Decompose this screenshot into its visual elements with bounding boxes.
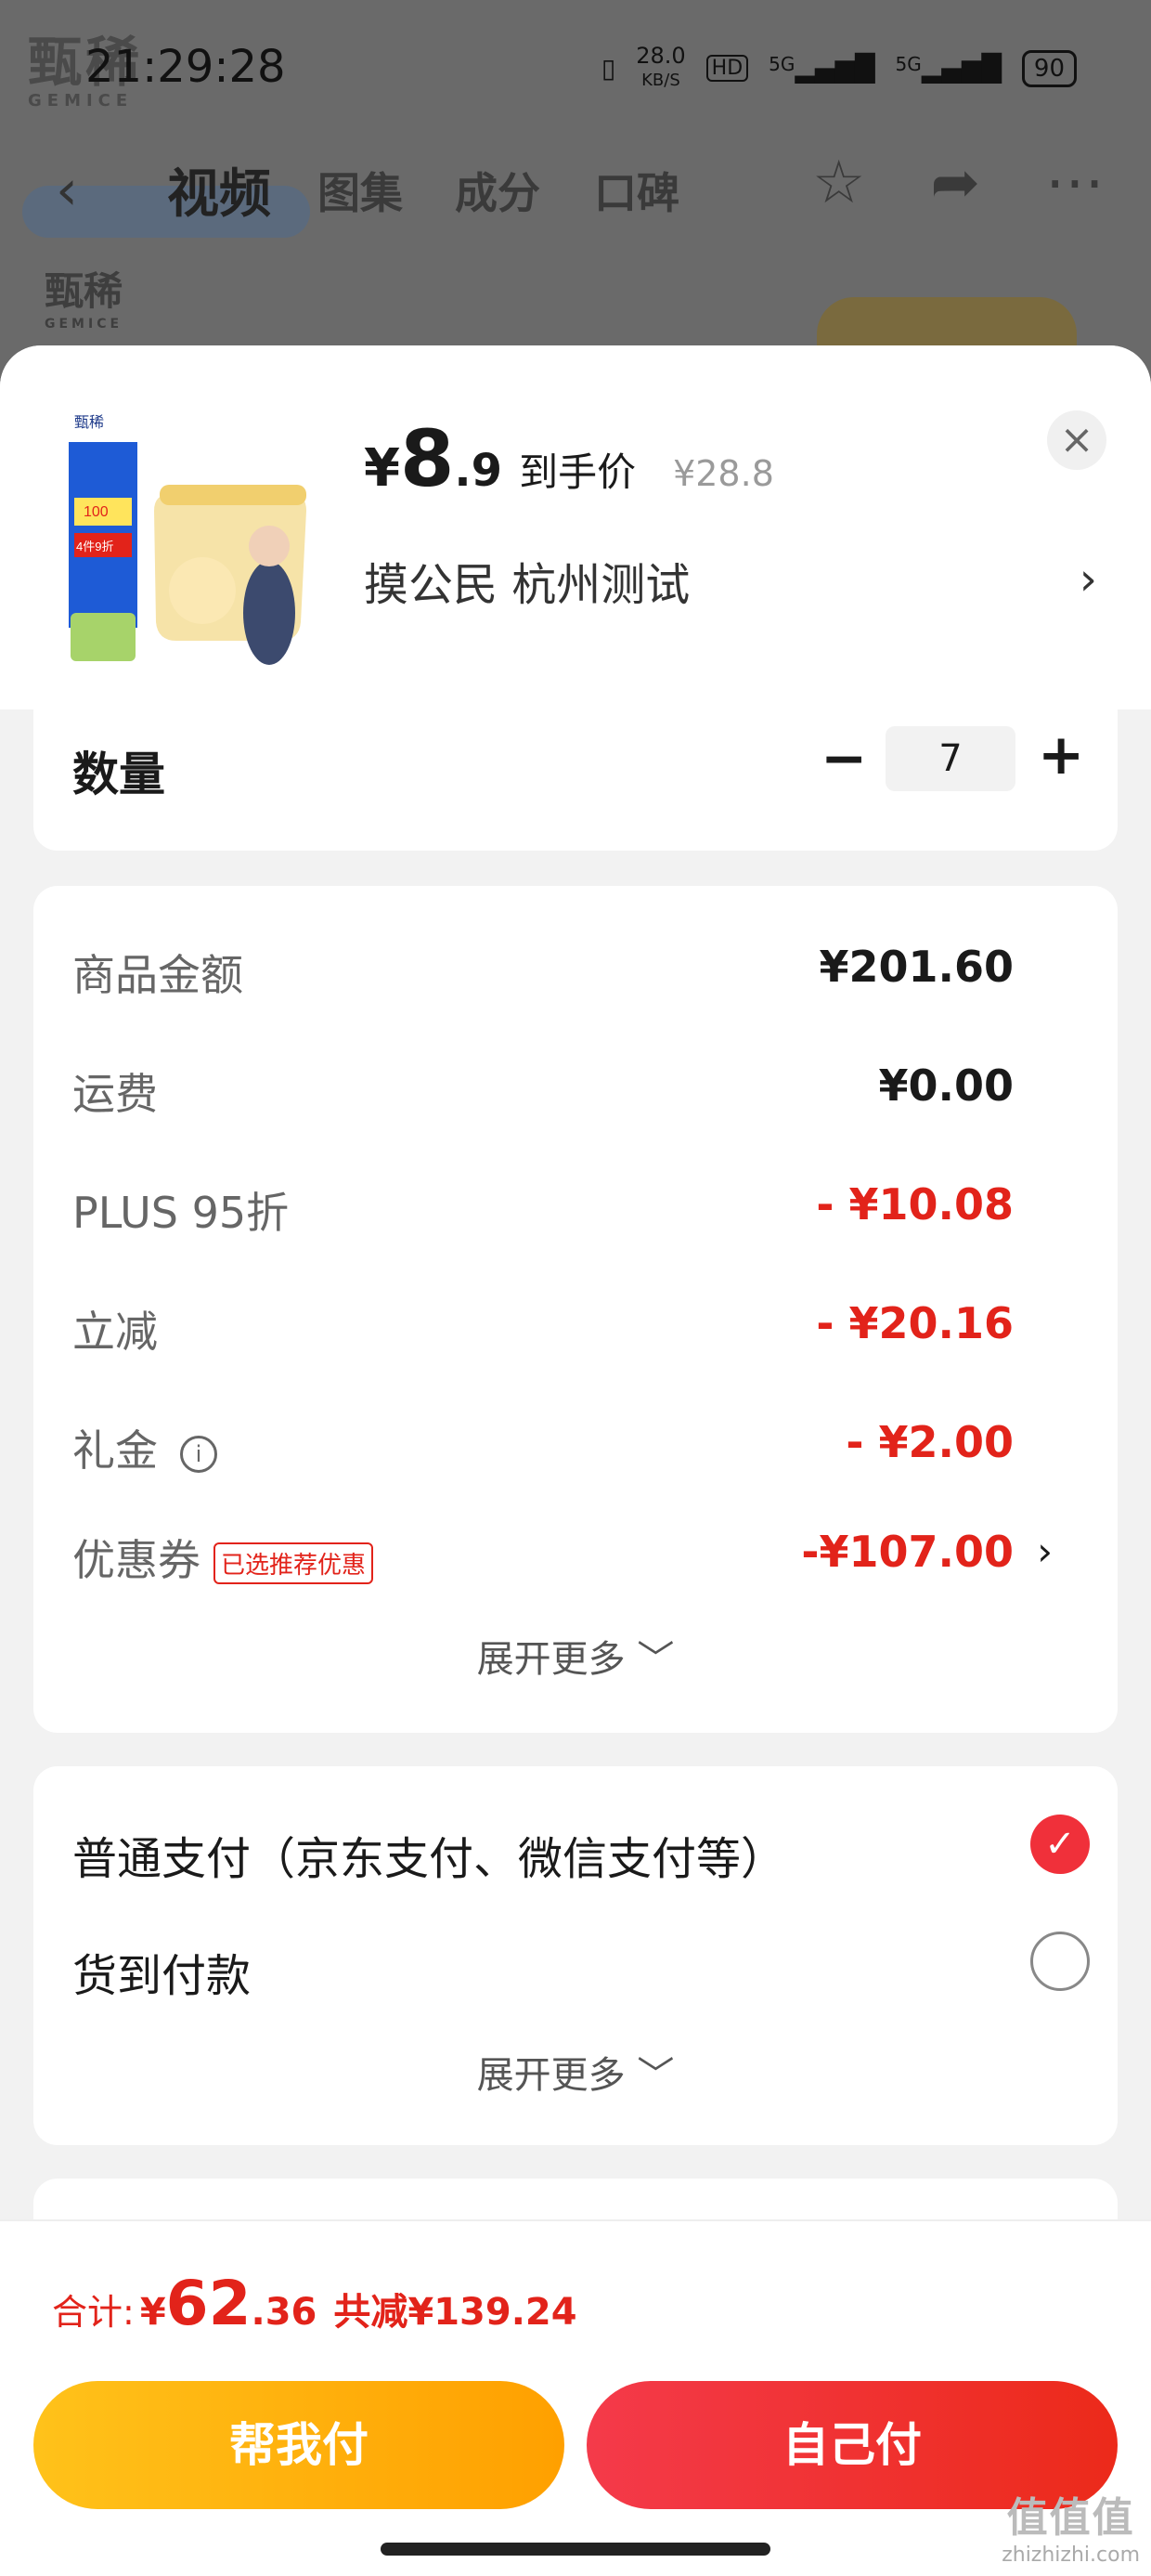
total-row: 合计: ¥ 62 .36 共减¥139.24 (52, 2268, 577, 2339)
price-label-instant-discount: 立减 (72, 1307, 158, 1357)
signal-icon: 5G▂▄▆█ (769, 53, 875, 84)
price-value-goods: ¥201.60 (819, 942, 1014, 992)
price-row-instant-discount: 立减 - ¥20.16 (72, 1298, 1062, 1373)
back-arrow-icon[interactable]: ‹ (56, 158, 78, 223)
tab-reviews[interactable]: 口碑 (594, 160, 679, 221)
expand-more-button[interactable]: 展开更多 ﹀ (33, 2045, 1118, 2099)
product-header: 甄稀 100 4件9折 ¥ 8 .9 到手价 ¥28.8 摸公民 杭州测试 › … (0, 345, 1151, 709)
coupon-recommended-badge: 已选推荐优惠 (213, 1542, 374, 1584)
price-label-coupon: 优惠券 (72, 1535, 200, 1585)
price-value-coupon: -¥107.00 (801, 1527, 1014, 1577)
price-decimal: .9 (454, 445, 503, 497)
star-icon[interactable]: ☆ (812, 149, 865, 217)
top-navigation: ‹ 视频 图集 成分 口碑 ☆ ➦ ⋯ (0, 149, 1151, 232)
price-row: ¥ 8 .9 到手价 ¥28.8 (364, 420, 774, 499)
price-currency: ¥ (364, 438, 400, 499)
price-row-goods: 商品金额 ¥201.60 (72, 942, 1062, 1016)
final-price-label: 到手价 (519, 449, 637, 495)
total-currency: ¥ (139, 2291, 166, 2334)
tab-ingredients[interactable]: 成分 (455, 160, 540, 221)
radio-unchecked-icon[interactable] (1030, 1932, 1090, 1991)
total-label: 合计: (52, 2292, 135, 2333)
price-row-coupon[interactable]: 优惠券 已选推荐优惠 -¥107.00 › (72, 1527, 1062, 1601)
price-label-plus: PLUS 95折 (72, 1188, 290, 1238)
status-bar: 21:29:28 ▯ 28.0 KB/S HD 5G▂▄▆█ 5G▂▄▆█ 90 (0, 0, 1151, 139)
quantity-card: 数量 − 7 + (33, 709, 1118, 851)
price-value-gift: - ¥2.00 (846, 1417, 1014, 1467)
help-me-pay-button[interactable]: 帮我付 (33, 2381, 564, 2509)
close-icon[interactable]: × (1047, 410, 1106, 470)
watermark-url: zhizhizhi.com (1002, 2543, 1140, 2567)
product-thumbnail[interactable]: 甄稀 100 4件9折 (65, 409, 325, 669)
price-value-plus: - ¥10.08 (816, 1179, 1014, 1229)
thumb-deal2: 4件9折 (76, 540, 113, 553)
minus-button[interactable]: − (821, 726, 867, 791)
delivery-address[interactable]: 摸公民 杭州测试 (364, 548, 690, 613)
home-indicator[interactable] (381, 2543, 770, 2556)
price-label-gift: 礼金 (72, 1425, 158, 1476)
price-row-gift: 礼金 i - ¥2.00 (72, 1417, 1062, 1491)
quantity-input[interactable]: 7 (886, 726, 1015, 791)
price-label-gift-wrap: 礼金 i (72, 1417, 217, 1478)
price-detail-card: 商品金额 ¥201.60 运费 ¥0.00 PLUS 95折 - ¥10.08 … (33, 886, 1118, 1733)
thumb-brand: 甄稀 (74, 414, 104, 431)
background-brand-logo-small: 甄稀 GEMICE (45, 268, 123, 332)
expand-more-button[interactable]: 展开更多 ﹀ (33, 1629, 1118, 1683)
plus-button[interactable]: + (1038, 722, 1084, 787)
total-decimal: .36 (251, 2291, 317, 2334)
share-icon[interactable]: ➦ (930, 149, 980, 217)
watermark: 值值值 zhizhizhi.com (1002, 2484, 1140, 2567)
radio-checked-icon[interactable]: ✓ (1030, 1815, 1090, 1874)
price-value-instant-discount: - ¥20.16 (816, 1298, 1014, 1348)
thumb-deal1: 100 (84, 504, 109, 520)
price-label-goods: 商品金额 (72, 950, 243, 1000)
status-time: 21:29:28 (85, 41, 286, 93)
checkout-footer: 合计: ¥ 62 .36 共减¥139.24 帮我付 自己付 值值值 zhizhi… (0, 2219, 1151, 2576)
payment-option-label: 货到付款 (72, 1950, 252, 2002)
signal-icon-2: 5G▂▄▆█ (895, 53, 1002, 84)
more-icon[interactable]: ⋯ (1045, 149, 1105, 217)
info-icon[interactable]: i (180, 1435, 217, 1473)
price-row-plus: PLUS 95折 - ¥10.08 (72, 1179, 1062, 1254)
tab-gallery[interactable]: 图集 (317, 160, 403, 221)
nav-actions: ☆ ➦ ⋯ (812, 149, 1105, 217)
price-label-coupon-wrap: 优惠券 已选推荐优惠 (72, 1527, 374, 1588)
price-integer: 8 (399, 413, 455, 504)
payment-method-card: 普通支付（京东支付、微信支付等） ✓ 货到付款 展开更多 ﹀ (33, 1766, 1118, 2145)
payment-option-normal[interactable]: 普通支付（京东支付、微信支付等） ✓ (72, 1815, 1090, 1896)
quantity-label: 数量 (72, 748, 165, 801)
watermark-logo: 值值值 (1006, 2494, 1135, 2542)
battery-icon: 90 (1021, 49, 1077, 87)
payment-option-label: 普通支付（京东支付、微信支付等） (72, 1833, 786, 1885)
original-price: ¥28.8 (673, 453, 774, 494)
chevron-right-icon[interactable]: › (1080, 553, 1097, 605)
hd-icon: HD (705, 55, 749, 82)
total-integer: 62 (165, 2268, 252, 2339)
total-savings: 共减¥139.24 (333, 2291, 577, 2334)
status-icons: ▯ 28.0 KB/S HD 5G▂▄▆█ 5G▂▄▆█ 90 (601, 45, 1077, 92)
vibrate-icon: ▯ (601, 53, 616, 84)
product-thumbnail-art: 甄稀 100 4件9折 (65, 409, 325, 669)
tab-video[interactable]: 视频 (167, 152, 271, 228)
payment-option-cod[interactable]: 货到付款 (72, 1932, 1090, 2013)
price-value-shipping: ¥0.00 (878, 1060, 1014, 1111)
net-speed: 28.0 KB/S (636, 43, 686, 90)
price-row-shipping: 运费 ¥0.00 (72, 1060, 1062, 1135)
chevron-right-icon[interactable]: › (1037, 1529, 1053, 1574)
price-label-shipping: 运费 (72, 1069, 158, 1119)
